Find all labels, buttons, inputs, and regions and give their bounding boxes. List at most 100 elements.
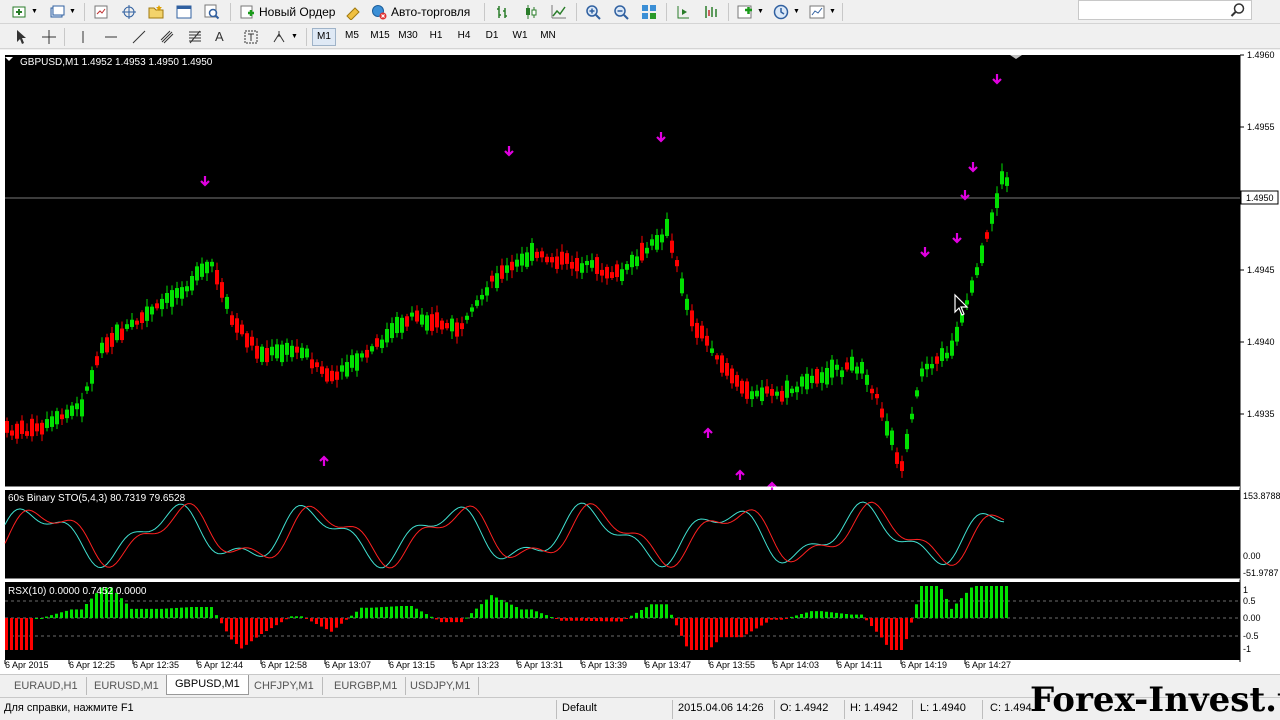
candle-body — [165, 293, 169, 303]
candlestick-icon — [526, 4, 537, 19]
indicators-button[interactable]: ▼ — [734, 2, 767, 21]
rsx-bar — [870, 618, 873, 626]
rsx-bar — [660, 604, 663, 618]
cursor-tool-button[interactable] — [10, 27, 32, 46]
chart-tab[interactable]: CHFJPY,M1 — [246, 677, 323, 695]
time-axis[interactable]: 6 Apr 2015 6 Apr 12:25 6 Apr 12:35 6 Apr 12… — [0, 660, 1280, 674]
tile-windows-button[interactable] — [638, 2, 660, 21]
candle-body — [425, 315, 429, 331]
main-symbol-label: GBPUSD,M1 1.4952 1.4953 1.4950 1.4950 — [20, 57, 213, 68]
dropdown-arrow-icon: ▼ — [793, 8, 800, 15]
rsx-bar — [200, 607, 203, 618]
rsx-bar — [740, 618, 743, 638]
timeframe-m30-button[interactable]: M30 — [396, 30, 420, 41]
watermark-logo: Forex-Invest.tv — [1030, 680, 1280, 720]
arrows-button[interactable]: ▼ — [268, 27, 301, 46]
vertical-line-button[interactable] — [72, 27, 94, 46]
search-input[interactable] — [1078, 0, 1252, 20]
zoom-out-button[interactable] — [610, 2, 632, 21]
candle-body — [670, 240, 674, 253]
text-label-button[interactable] — [240, 27, 262, 46]
candle-body — [855, 366, 859, 374]
candle-body — [530, 242, 534, 261]
chart-tab[interactable]: GBPUSD,M1 — [166, 675, 249, 695]
rsx-bar — [240, 618, 243, 649]
bar-chart-button[interactable] — [492, 2, 514, 21]
data-window-button[interactable] — [118, 2, 140, 21]
chart-tab[interactable]: EURAUD,H1 — [6, 677, 87, 695]
candle-body — [160, 298, 164, 310]
zoom-in-button[interactable] — [582, 2, 604, 21]
rsx-bar — [330, 618, 333, 632]
status-profile[interactable]: Default — [562, 702, 597, 714]
timeframe-mn-button[interactable]: MN — [536, 30, 560, 41]
candle-body — [415, 310, 419, 322]
search-button[interactable] — [1230, 2, 1248, 18]
timeframe-w1-button[interactable]: W1 — [508, 30, 532, 41]
autotrading-button[interactable]: Авто-торговля — [368, 2, 473, 21]
rsx-bar — [600, 618, 603, 622]
line-chart-icon — [551, 4, 566, 18]
periods-button[interactable]: ▼ — [770, 2, 803, 21]
strategy-tester-button[interactable] — [201, 2, 223, 21]
terminal-button[interactable] — [173, 2, 195, 21]
chart-tab[interactable]: USDJPY,M1 — [402, 677, 480, 695]
rsx-bar — [280, 618, 283, 623]
line-chart-button[interactable] — [548, 2, 570, 21]
new-order-button[interactable]: Новый Ордер — [236, 2, 338, 21]
navigator-button[interactable] — [145, 2, 167, 21]
candle-body — [825, 367, 829, 385]
chart-canvas[interactable]: GBPUSD,M1 1.4952 1.4953 1.4950 1.4950 60… — [0, 50, 1280, 674]
rsx-tick-label: 0.5 — [1243, 596, 1256, 606]
candle-body — [250, 336, 254, 346]
candle-body — [480, 294, 484, 300]
timeframe-h1-button[interactable]: H1 — [424, 30, 448, 41]
candle-body — [805, 373, 809, 390]
timeframe-m1-button[interactable]: M1 — [312, 28, 336, 46]
rsx-bar — [985, 586, 988, 618]
price-tick-label: 1.4960 — [1247, 50, 1275, 60]
timeframe-h4-button[interactable]: H4 — [452, 30, 476, 41]
text-tool-button[interactable]: A — [212, 27, 227, 46]
profiles-button[interactable]: ▼ — [46, 2, 79, 21]
new-chart-button[interactable]: ▼ — [8, 2, 41, 21]
rsx-bar — [580, 618, 583, 621]
candle-body — [115, 324, 119, 341]
rsx-bar — [665, 604, 668, 618]
rsx-bar — [515, 607, 518, 618]
auto-scroll-button[interactable] — [672, 2, 694, 21]
time-tick-label: 6 Apr 14:19 — [901, 660, 947, 670]
candle-body — [710, 348, 714, 353]
timeframe-d1-button[interactable]: D1 — [480, 30, 504, 41]
expert-editor-button[interactable] — [342, 2, 364, 21]
folder-star-icon — [148, 4, 164, 18]
horizontal-line-button[interactable] — [100, 27, 122, 46]
candle-body — [500, 265, 504, 279]
timeframe-m5-button[interactable]: M5 — [340, 30, 364, 41]
rsx-bar — [55, 613, 58, 618]
candlestick-button[interactable] — [520, 2, 542, 21]
equidistant-channel-button[interactable] — [156, 27, 178, 46]
price-axis[interactable]: 1.4960 1.4955 1.4945 1.4940 1.4935 1.4950 — [1240, 50, 1279, 419]
crosshair-tool-button[interactable] — [38, 27, 60, 46]
candle-body — [910, 413, 914, 420]
chart-shift-button[interactable] — [700, 2, 722, 21]
timeframe-m15-button[interactable]: M15 — [368, 30, 392, 41]
rsx-bar — [770, 618, 773, 620]
candle-body — [605, 266, 609, 279]
chart-window[interactable]: GBPUSD,M1 1.4952 1.4953 1.4950 1.4950 60… — [0, 50, 1280, 674]
candle-body — [385, 329, 389, 343]
candle-body — [505, 265, 509, 273]
market-watch-button[interactable] — [90, 2, 112, 21]
status-separator — [982, 700, 983, 719]
time-tick-label: 6 Apr 12:25 — [69, 660, 115, 670]
fibonacci-button[interactable] — [184, 27, 206, 46]
rsx-bar — [270, 618, 273, 629]
templates-button[interactable]: ▼ — [806, 2, 839, 21]
candle-body — [865, 374, 869, 385]
chart-tab[interactable]: EURGBP,M1 — [326, 677, 407, 695]
candle-body — [145, 306, 149, 321]
chart-tab[interactable]: EURUSD,M1 — [86, 677, 168, 695]
candle-body — [490, 275, 494, 282]
trendline-button[interactable] — [128, 27, 150, 46]
